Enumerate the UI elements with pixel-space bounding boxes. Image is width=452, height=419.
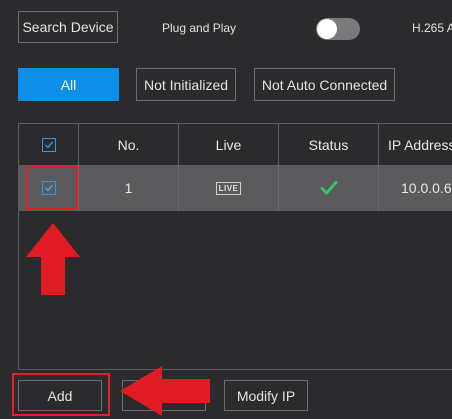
row-status-cell	[279, 165, 379, 211]
live-icon[interactable]: LIVE	[215, 181, 242, 195]
plug-and-play-label: Plug and Play	[162, 21, 237, 35]
filter-not-initialized-tab[interactable]: Not Initialized	[136, 68, 236, 101]
search-device-button[interactable]: Search Device	[18, 11, 118, 43]
header-live[interactable]: Live	[179, 124, 279, 165]
header-status[interactable]: Status	[279, 124, 379, 165]
add-button-highlight-box	[12, 373, 110, 416]
row-live-cell: LIVE	[179, 165, 279, 211]
table-header: No. Live Status IP Address	[19, 124, 452, 166]
header-select-all-cell	[19, 124, 79, 165]
up-arrow-icon	[26, 223, 80, 295]
checkbox-highlight-box	[26, 166, 78, 210]
modify-ip-button[interactable]: Modify IP	[224, 380, 308, 411]
row-no: 1	[79, 165, 179, 211]
device-table: No. Live Status IP Address 1 LIVE 10.0.0…	[18, 123, 452, 370]
left-arrow-icon	[120, 366, 210, 416]
online-check-icon	[320, 181, 337, 195]
row-ip-address: 10.0.0.60	[401, 180, 452, 196]
toggle-knob	[317, 19, 337, 39]
codec-label: H.265 A	[412, 21, 452, 35]
header-no[interactable]: No.	[79, 124, 179, 165]
checkmark-icon	[44, 141, 53, 149]
plug-and-play-toggle[interactable]	[316, 18, 360, 40]
filter-all-tab[interactable]: All	[18, 68, 119, 101]
table-row[interactable]: 1 LIVE 10.0.0.60	[19, 165, 452, 211]
header-ip-address[interactable]: IP Address	[379, 124, 452, 165]
filter-not-auto-connected-tab[interactable]: Not Auto Connected	[254, 68, 395, 101]
select-all-checkbox[interactable]	[41, 137, 56, 152]
